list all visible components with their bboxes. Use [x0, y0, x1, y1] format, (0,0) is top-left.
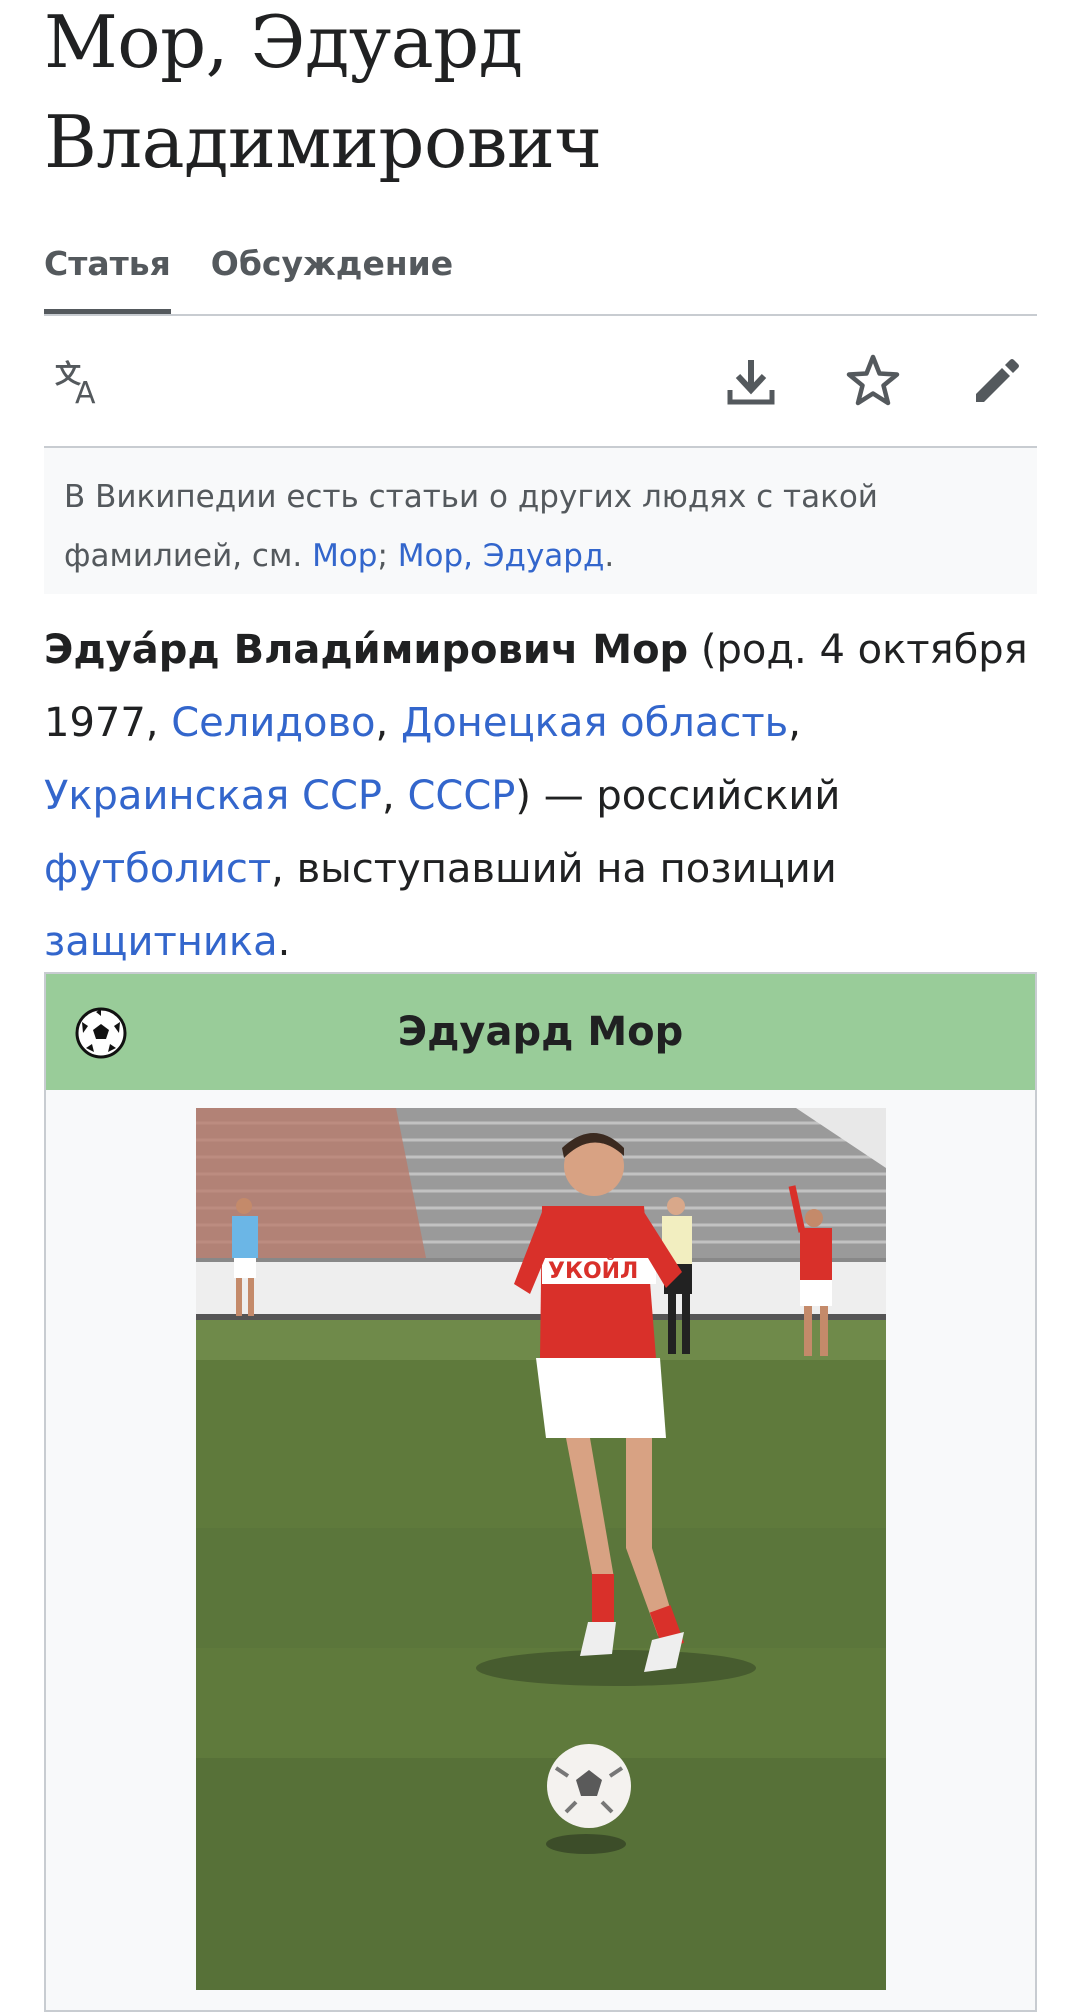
tab-article[interactable]: Статья	[44, 232, 171, 314]
link-ussr[interactable]: СССР	[407, 773, 515, 819]
star-icon	[846, 354, 900, 406]
lead-text: ,	[382, 773, 408, 819]
link-selidovo[interactable]: Селидово	[171, 700, 375, 746]
tab-discussion[interactable]: Обсуждение	[211, 232, 453, 312]
subject-name: Эдуа́рд Влади́мирович Мор	[44, 627, 689, 673]
player-photo-image: УКОЙЛ	[196, 1108, 886, 1990]
link-donetsk-oblast[interactable]: Донецкая область	[401, 700, 788, 746]
hatnote-link-mor-eduard[interactable]: Мор, Эдуард	[398, 538, 605, 574]
player-photo[interactable]: УКОЙЛ	[196, 1108, 886, 1990]
lead-text: ) — российский	[515, 773, 841, 819]
infobox-title: Эдуард Мор	[397, 1009, 684, 1055]
download-icon	[727, 360, 775, 405]
link-defender[interactable]: защитника	[44, 919, 278, 965]
hatnote-end: .	[604, 538, 615, 574]
link-ukrainian-ssr[interactable]: Украинская ССР	[44, 773, 382, 819]
lead-text: , выступавший на позиции	[271, 846, 837, 892]
language-icon: 文 A	[55, 359, 96, 405]
disambiguation-hatnote: В Википедии есть статьи о других людях с…	[44, 448, 1037, 594]
edit-button[interactable]	[962, 346, 1032, 416]
infobox-header: Эдуард Мор	[46, 974, 1035, 1090]
article-tabs: Статья Обсуждение	[44, 232, 1037, 316]
watch-star-button[interactable]	[838, 346, 908, 416]
infobox: Эдуард Мор УКОЙЛ	[44, 972, 1037, 2012]
hatnote-separator: ;	[377, 538, 398, 574]
link-footballer[interactable]: футболист	[44, 846, 271, 892]
page-title: Мор, Эдуард Владимирович	[44, 0, 602, 184]
page-actions-toolbar: 文 A	[44, 316, 1037, 448]
lead-paragraph: Эдуа́рд Влади́мирович Мор (род. 4 октябр…	[44, 614, 1037, 979]
lead-text: ,	[375, 700, 401, 746]
download-button[interactable]	[716, 346, 786, 416]
lead-text: .	[277, 919, 291, 965]
edit-pencil-icon	[976, 359, 1019, 402]
shirt-sponsor-text: УКОЙЛ	[548, 1258, 638, 1284]
hatnote-link-mor[interactable]: Мор	[312, 538, 377, 574]
football-icon	[75, 1007, 127, 1059]
language-button[interactable]: 文 A	[44, 346, 114, 416]
lead-text: ,	[788, 700, 801, 746]
svg-text:A: A	[75, 376, 96, 405]
